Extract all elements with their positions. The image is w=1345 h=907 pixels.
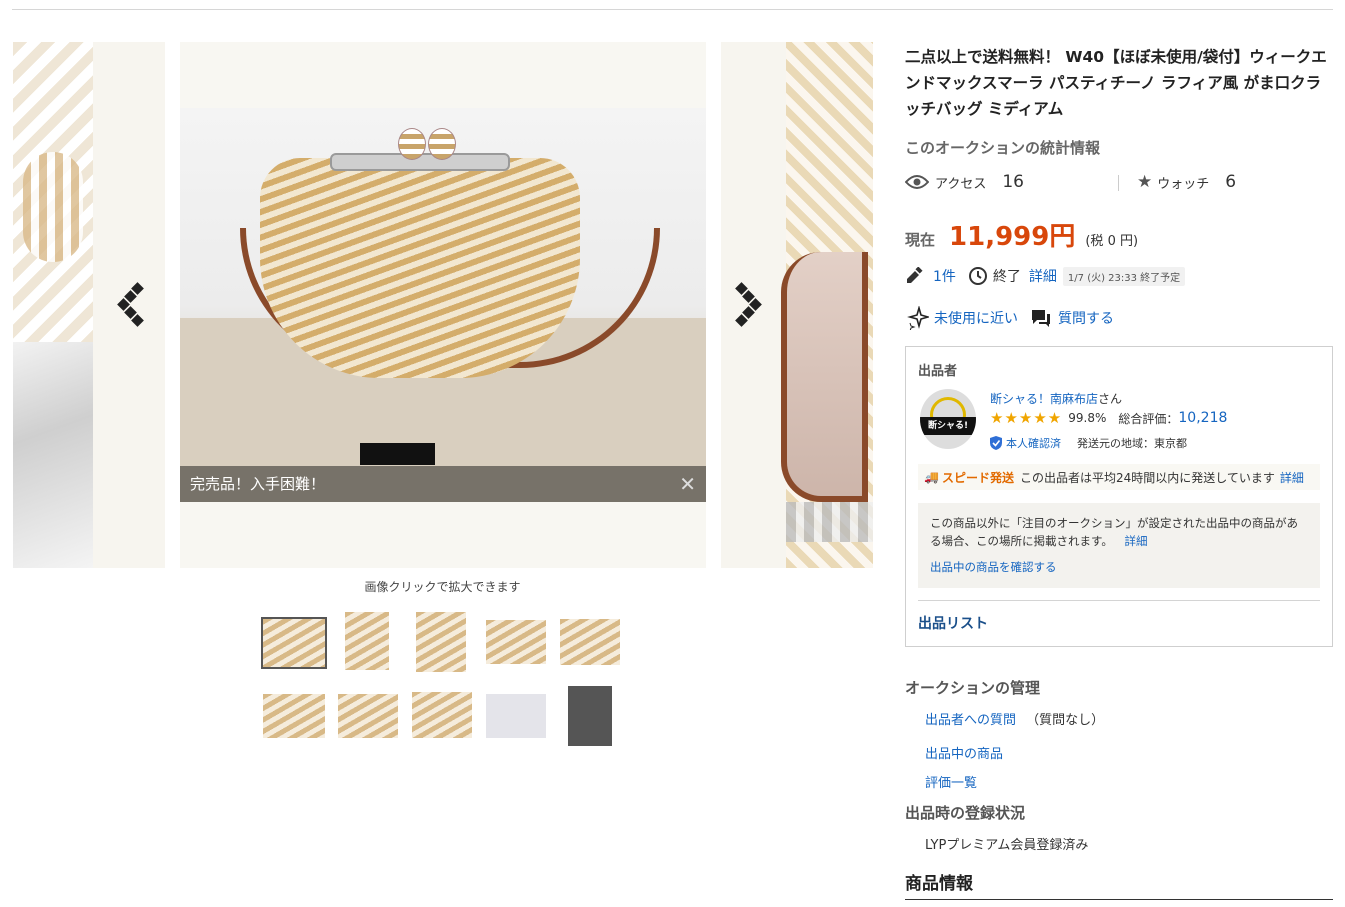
listing-list-link[interactable]: 出品リスト [918, 613, 988, 633]
prev-photo-knob [23, 152, 83, 262]
stats-heading: このオークションの統計情報 [905, 139, 1101, 157]
stats-divider [1118, 175, 1119, 191]
seller-rating-row: ★★★★★ 99.8% 総合評価： 10,218 [990, 409, 1227, 427]
featured-notice: この商品以外に「注目のオークション」が設定された出品中の商品がある場合、この場所… [918, 503, 1320, 588]
tax-amount: (税 0 円) [1085, 234, 1139, 249]
seller-name-row: 断シャる！南麻布店さん [990, 390, 1122, 407]
sparkle-icon [905, 306, 929, 330]
management-heading: オークションの管理 [905, 679, 1041, 697]
avatar-text: 断シャる! [920, 417, 976, 435]
item-title: 二点以上で送料無料！ W40【ほぼ未使用/袋付】ウィークエンドマックスマーラ パ… [905, 48, 1327, 118]
clutch-bag [260, 158, 580, 378]
prev-arrow-icon[interactable] [117, 282, 153, 327]
clock-icon [968, 266, 988, 286]
verified-link[interactable]: 本人確認済 [1006, 435, 1061, 451]
prev-photo-lining [13, 342, 93, 568]
condition-link[interactable]: 未使用に近い [934, 308, 1018, 328]
eye-icon [905, 174, 929, 190]
clasp-knob-left [398, 128, 426, 160]
thumbnail[interactable] [568, 686, 612, 746]
seller-heading: 出品者 [918, 364, 958, 379]
bid-count-link[interactable]: 1件 [933, 266, 956, 286]
rating-percent: 99.8% [1068, 411, 1107, 425]
stats-row: アクセス 16 ★ ウォッチ 6 [905, 172, 1325, 196]
rating-stars-icon: ★★★★★ [990, 409, 1063, 427]
question-row: 出品者への質問 （質問なし） [925, 709, 1104, 728]
thumbnail[interactable] [338, 694, 398, 738]
section-divider [905, 899, 1333, 900]
brand-tag [360, 443, 435, 465]
thumbnail[interactable] [263, 694, 325, 738]
notice-detail-link[interactable]: 詳細 [1125, 534, 1148, 548]
main-photo[interactable]: 完売品！入手困難！ ✕ [180, 42, 706, 568]
thumbnail[interactable] [486, 694, 546, 738]
total-rating-label: 総合評価： [1118, 411, 1179, 426]
total-rating-link[interactable]: 10,218 [1178, 410, 1227, 426]
speed-text: この出品者は平均24時間以内に発送しています [1019, 470, 1275, 485]
thumbnail[interactable] [560, 619, 620, 665]
next-photo-chain [786, 502, 873, 542]
access-count: 16 [1002, 172, 1024, 192]
end-time-badge: 1/7 (火) 23:33 終了予定 [1062, 266, 1186, 286]
speed-label: スピード発送 [941, 470, 1014, 485]
watch-stat: ★ ウォッチ 6 [1137, 172, 1236, 192]
thumbnail[interactable] [412, 692, 472, 738]
seller-name-link[interactable]: 断シャる！南麻布店 [990, 392, 1098, 406]
clasp-knob-right [428, 128, 456, 160]
question-note: （質問なし） [1026, 713, 1105, 728]
truck-icon: 🚚 [924, 470, 939, 484]
end-label: 終了 [992, 269, 1021, 285]
product-info-heading: 商品情報 [905, 874, 973, 894]
image-caption: 完売品！入手困難！ ✕ [180, 466, 706, 502]
close-icon[interactable]: ✕ [679, 466, 696, 502]
condition-row: 未使用に近い 質問する [905, 306, 1114, 330]
watch-label: ウォッチ [1157, 176, 1210, 192]
image-gallery: 完売品！入手困難！ ✕ [13, 42, 873, 568]
view-listings-link[interactable]: 出品中の商品を確認する [930, 558, 1308, 576]
shield-check-icon [990, 436, 1002, 450]
avatar[interactable]: 断シャる! [920, 389, 976, 449]
star-icon: ★ [1137, 172, 1153, 192]
notice-text: この商品以外に「注目のオークション」が設定された出品中の商品がある場合、この場所… [930, 516, 1298, 548]
bid-meta-row: 1件 終了 詳細 1/7 (火) 23:33 終了予定 [905, 266, 1186, 286]
zoom-hint: 画像クリックで拡大できます [364, 580, 521, 594]
chat-icon [1030, 308, 1052, 328]
seller-question-link[interactable]: 出品者への質問 [925, 713, 1016, 728]
ratings-list-link[interactable]: 評価一覧 [925, 772, 977, 791]
price-row: 現在 11,999円 (税 0 円) [905, 216, 1138, 253]
current-price: 11,999円 [949, 222, 1076, 252]
seller-box: 出品者 断シャる! 断シャる！南麻布店さん ★★★★★ 99.8% 総合評価： … [905, 346, 1333, 647]
thumbnail[interactable] [416, 612, 466, 672]
image-caption-text: 完売品！入手困難！ [190, 475, 326, 493]
speed-shipping-banner: 🚚 スピード発送 この出品者は平均24時間以内に発送しています 詳細 [918, 464, 1320, 490]
end-detail-link[interactable]: 詳細 [1029, 266, 1057, 286]
ask-question-link[interactable]: 質問する [1058, 308, 1114, 328]
registration-status: LYPプレミアム会員登録済み [925, 838, 1089, 853]
access-label: アクセス [935, 176, 987, 192]
access-stat: アクセス 16 [905, 172, 1024, 192]
thumbnail[interactable] [261, 617, 327, 669]
top-divider [12, 9, 1333, 10]
watch-count: 6 [1225, 172, 1237, 192]
seller-box-divider [918, 600, 1320, 601]
ship-region: 発送元の地域：東京都 [1077, 437, 1187, 450]
seller-verify-row: 本人確認済 発送元の地域：東京都 [990, 435, 1187, 451]
main-product-image[interactable]: 完売品！入手困難！ ✕ [180, 108, 706, 502]
thumbnail[interactable] [486, 620, 546, 664]
hammer-icon [905, 267, 925, 285]
items-on-sale-link[interactable]: 出品中の商品 [925, 743, 1003, 762]
seller-name-suffix: さん [1098, 392, 1123, 406]
registration-heading: 出品時の登録状況 [905, 804, 1026, 822]
thumbnail[interactable] [345, 612, 389, 670]
price-label: 現在 [905, 231, 936, 249]
next-arrow-icon[interactable] [733, 282, 763, 327]
next-photo-strap [781, 252, 868, 502]
speed-detail-link[interactable]: 詳細 [1280, 469, 1304, 486]
